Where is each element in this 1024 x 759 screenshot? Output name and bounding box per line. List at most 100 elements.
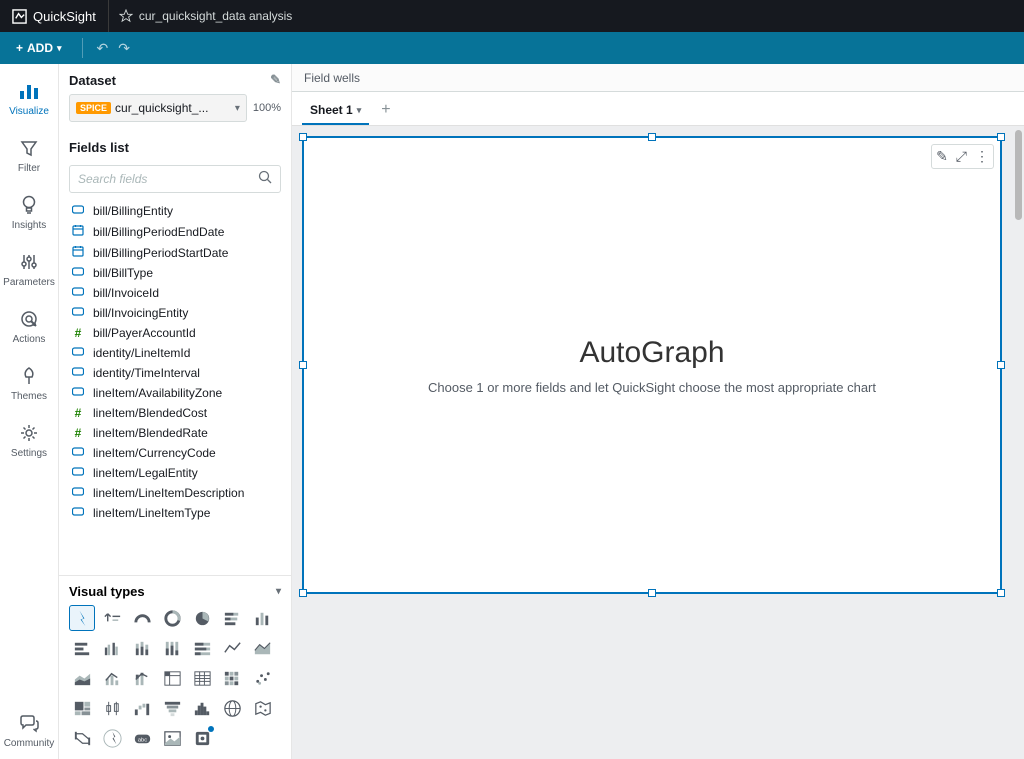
divider [82,38,83,58]
svg-text:abc: abc [137,737,146,743]
vt-hbar-stacked[interactable] [219,605,245,631]
fields-list-header: Fields list [59,132,291,161]
vt-custom-visual[interactable] [159,725,185,751]
vt-table[interactable] [189,665,215,691]
field-item[interactable]: bill/BillingPeriodEndDate [59,221,291,242]
nav-visualize[interactable]: Visualize [0,70,58,127]
field-item[interactable]: #lineItem/BlendedRate [59,423,291,443]
vt-heatmap[interactable] [219,665,245,691]
vt-geo-map[interactable] [219,695,245,721]
field-item[interactable]: lineItem/LineItemDescription [59,483,291,503]
vt-word-cloud[interactable]: abc [129,725,155,751]
vt-boxplot[interactable] [99,695,125,721]
visual-container[interactable]: ✎ ⤢ ⋮ AutoGraph Choose 1 or more fields … [302,136,1002,594]
undo-redo-group: ↶ ↷ [97,40,130,57]
nav-label: Filter [0,163,58,174]
add-button[interactable]: + ADD ▾ [10,41,68,55]
vt-combo-stacked[interactable] [129,665,155,691]
field-item[interactable]: lineItem/LineItemType [59,503,291,523]
field-item[interactable]: #bill/PayerAccountId [59,323,291,343]
vt-vbar[interactable] [249,605,275,631]
vt-vbar-stacked[interactable] [129,635,155,661]
vt-scatter[interactable] [249,665,275,691]
text-field-icon [71,286,85,300]
vt-insight[interactable] [99,725,125,751]
vt-hbar-100[interactable] [189,635,215,661]
vt-autograph[interactable] [69,605,95,631]
vt-gauge[interactable] [129,605,155,631]
sheet-canvas[interactable]: ✎ ⤢ ⋮ AutoGraph Choose 1 or more fields … [292,126,1024,759]
field-item[interactable]: lineItem/AvailabilityZone [59,383,291,403]
nav-insights[interactable]: Insights [0,184,58,241]
vt-area[interactable] [249,635,275,661]
search-input[interactable] [78,172,258,186]
vt-treemap[interactable] [69,695,95,721]
vt-filled-map[interactable] [249,695,275,721]
nav-community[interactable]: Community [0,702,58,759]
edit-dataset-button[interactable]: ✎ [270,72,281,88]
gear-icon [0,420,58,446]
field-item[interactable]: lineItem/CurrencyCode [59,443,291,463]
vt-combo[interactable] [99,665,125,691]
search-fields[interactable] [69,165,281,193]
nav-themes[interactable]: Themes [0,355,58,412]
field-name: bill/InvoicingEntity [93,306,188,320]
vt-sankey[interactable] [69,725,95,751]
vt-pie[interactable] [189,605,215,631]
visual-types-label: Visual types [69,584,145,599]
nav-settings[interactable]: Settings [0,412,58,469]
field-name: bill/BillingPeriodStartDate [93,246,228,260]
text-field-icon [71,466,85,480]
field-item[interactable]: identity/LineItemId [59,343,291,363]
vt-radar[interactable] [189,725,215,751]
sheet-tabs: Sheet 1 ▾ + [292,92,1024,126]
text-field-icon [71,446,85,460]
vt-vbar-100[interactable] [159,635,185,661]
scrollbar-thumb[interactable] [1015,130,1022,220]
field-item[interactable]: #lineItem/BlendedCost [59,403,291,423]
plus-icon: + [16,41,23,55]
nav-parameters[interactable]: Parameters [0,241,58,298]
vt-kpi[interactable] [99,605,125,631]
field-name: lineItem/LineItemDescription [93,486,244,500]
field-item[interactable]: identity/TimeInterval [59,363,291,383]
field-item[interactable]: lineItem/LegalEntity [59,463,291,483]
nav-label: Visualize [0,106,58,117]
brand-logo[interactable]: QuickSight [0,0,109,32]
undo-button[interactable]: ↶ [97,40,109,57]
field-wells-bar[interactable]: Field wells [292,64,1024,92]
visual-types-header[interactable]: Visual types ▾ [69,576,281,605]
field-item[interactable]: bill/InvoicingEntity [59,303,291,323]
date-field-icon [71,224,85,239]
field-item[interactable]: bill/BillType [59,263,291,283]
vt-donut[interactable] [159,605,185,631]
analysis-title[interactable]: cur_quicksight_data analysis [109,9,302,23]
main-area: Visualize Filter Insights Parameters Act… [0,64,1024,759]
vt-waterfall[interactable] [129,695,155,721]
field-item[interactable]: bill/InvoiceId [59,283,291,303]
vt-vbar-grouped[interactable] [99,635,125,661]
vt-area-stacked[interactable] [69,665,95,691]
add-sheet-button[interactable]: + [375,95,396,125]
nav-actions[interactable]: Actions [0,298,58,355]
vt-line[interactable] [219,635,245,661]
redo-button[interactable]: ↷ [118,40,130,57]
date-field-icon [71,245,85,260]
fields-section-label: Fields list [69,140,129,155]
text-field-icon [71,366,85,380]
number-field-icon: # [71,426,85,440]
scrollbar[interactable] [1014,126,1022,759]
nav-label: Parameters [0,277,58,288]
actions-icon [0,306,58,332]
vt-funnel[interactable] [159,695,185,721]
sheet-tab[interactable]: Sheet 1 ▾ [302,97,369,125]
dataset-selector[interactable]: SPICE cur_quicksight_... ▾ [69,94,247,122]
vt-pivot[interactable] [159,665,185,691]
nav-filter[interactable]: Filter [0,127,58,184]
text-field-icon [71,306,85,320]
vt-histogram[interactable] [189,695,215,721]
field-item[interactable]: bill/BillingPeriodStartDate [59,242,291,263]
text-field-icon [71,486,85,500]
field-item[interactable]: bill/BillingEntity [59,201,291,221]
vt-hbar[interactable] [69,635,95,661]
